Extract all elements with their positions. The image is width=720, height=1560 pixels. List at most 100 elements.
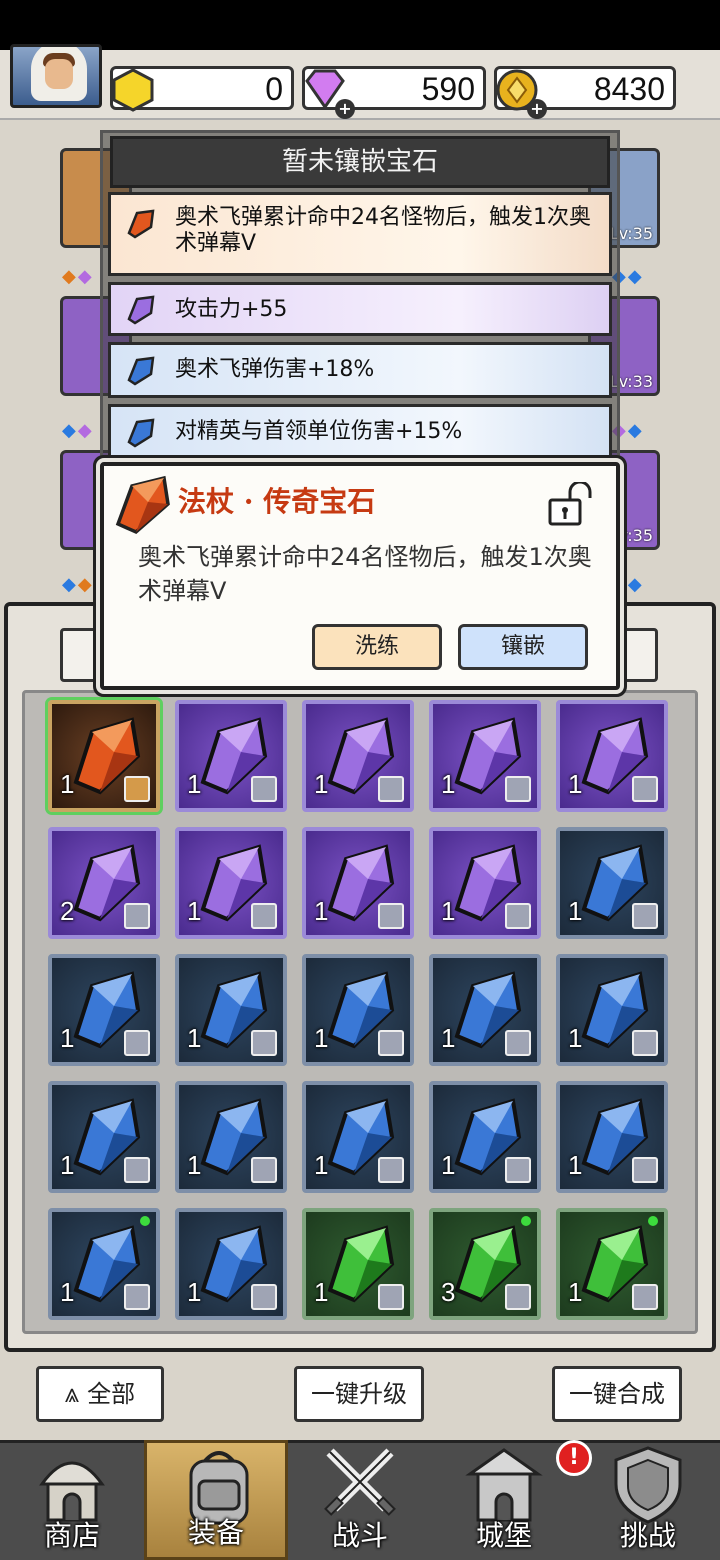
blue-gem-icon: [127, 356, 155, 386]
gem-quantity: 1: [568, 1150, 583, 1180]
inventory-gem-blue[interactable]: 1: [556, 954, 668, 1066]
inventory-gem-blue[interactable]: 1: [429, 954, 541, 1066]
inventory-gem-blue[interactable]: 1: [48, 954, 160, 1066]
purple-gem-icon: [127, 295, 155, 325]
gem-quantity: 1: [314, 896, 329, 926]
gem-quantity: 1: [187, 1150, 202, 1180]
gem-quantity: 1: [187, 1277, 202, 1307]
unlock-icon[interactable]: [546, 482, 596, 528]
nav-battle-label: 战斗: [331, 1519, 388, 1552]
hero-avatar[interactable]: [10, 44, 102, 108]
inventory-gem-blue[interactable]: 1: [302, 954, 414, 1066]
new-indicator: [648, 1216, 658, 1226]
slot-helmet-icon: [124, 903, 150, 929]
add-diamond-icon[interactable]: +: [335, 99, 355, 119]
gem-quantity: 2: [60, 896, 75, 926]
gem-quantity: 1: [314, 1150, 329, 1180]
inventory-gem-purple[interactable]: 1: [429, 827, 541, 939]
slot-helmet-icon: [124, 1284, 150, 1310]
inventory-gem-blue[interactable]: 1: [175, 1208, 287, 1320]
inventory-gem-green[interactable]: 1: [556, 1208, 668, 1320]
inventory-gem-blue[interactable]: 1: [175, 1081, 287, 1193]
gem-quantity: 1: [441, 769, 456, 799]
slot-armor-icon: [505, 776, 531, 802]
gem-quantity: 1: [568, 769, 583, 799]
inventory-gem-purple[interactable]: 1: [175, 700, 287, 812]
slot-helmet-icon: [378, 1157, 404, 1183]
inventory-gem-blue[interactable]: 1: [175, 954, 287, 1066]
shield-icon: [614, 1446, 682, 1524]
inventory-gem-blue[interactable]: 1: [48, 1208, 160, 1320]
stat-row: 对精英与首领单位伤害+15%: [108, 404, 612, 460]
coin-value: 8430: [593, 71, 665, 107]
slot-ring-icon: [124, 1030, 150, 1056]
gem-quantity: 1: [441, 896, 456, 926]
gem-quantity: 1: [314, 769, 329, 799]
nav-challenge[interactable]: 挑战: [576, 1440, 720, 1560]
new-indicator: [140, 1216, 150, 1226]
alert-badge: !: [556, 1440, 592, 1476]
gem-quantity: 1: [60, 1277, 75, 1307]
filter-all-label: 全部: [87, 1380, 136, 1408]
refine-button[interactable]: 洗练: [312, 624, 442, 670]
currency-diamond[interactable]: + 590: [302, 66, 486, 119]
inventory-gem-green[interactable]: 3: [429, 1208, 541, 1320]
inventory-gem-blue[interactable]: 1: [302, 1081, 414, 1193]
slot-ring-icon: [251, 776, 277, 802]
slot-ring-icon: [632, 903, 658, 929]
stat-row: 攻击力+55: [108, 282, 612, 336]
crossed-swords-icon: [324, 1448, 396, 1516]
stat-row: 奥术飞弹累计命中24名怪物后，触发1次奥术弹幕V: [108, 192, 612, 276]
gem-quantity: 1: [441, 1023, 456, 1053]
inventory-gem-purple[interactable]: 2: [48, 827, 160, 939]
inventory-gem-blue[interactable]: 1: [556, 827, 668, 939]
slot-armor-icon: [632, 1030, 658, 1056]
new-indicator: [521, 1216, 531, 1226]
gem-quantity: 1: [187, 896, 202, 926]
stat-row: 奥术飞弹伤害+18%: [108, 342, 612, 398]
orange-gem-icon: [127, 209, 155, 239]
stat-row-text: 奥术飞弹累计命中24名怪物后，触发1次奥术弹幕V: [175, 205, 591, 256]
gem-quantity: 1: [187, 1023, 202, 1053]
nav-equipment-label: 装备: [187, 1516, 244, 1549]
slot-armor-icon: [378, 1284, 404, 1310]
add-coin-icon[interactable]: +: [527, 99, 547, 119]
nav-battle[interactable]: 战斗: [288, 1440, 432, 1560]
socket-indicator: ◆◆: [62, 420, 94, 441]
blue-gem-icon: [127, 418, 155, 448]
inventory-gem-purple[interactable]: 1: [175, 827, 287, 939]
nav-shop-label: 商店: [43, 1519, 100, 1552]
filter-arrow-icon: ⩓: [64, 1379, 80, 1409]
inventory-gem-purple[interactable]: 1: [556, 700, 668, 812]
diamond-value: 590: [421, 71, 475, 107]
gem-quantity: 1: [568, 1023, 583, 1053]
nav-castle-label: 城堡: [475, 1519, 532, 1552]
gem-quantity: 1: [568, 1277, 583, 1307]
nav-challenge-label: 挑战: [619, 1519, 676, 1552]
merge-all-button[interactable]: 一键合成: [552, 1366, 682, 1422]
filter-all-button[interactable]: ⩓ 全部: [36, 1366, 164, 1422]
inventory-gem-blue[interactable]: 1: [556, 1081, 668, 1193]
slot-armor-icon: [505, 1030, 531, 1056]
inventory-gem-green[interactable]: 1: [302, 1208, 414, 1320]
socket-indicator: ◆◆: [62, 266, 94, 287]
nav-castle[interactable]: 城堡: [432, 1440, 576, 1560]
gem-quantity: 3: [441, 1277, 456, 1307]
inventory-gem-purple[interactable]: 1: [302, 700, 414, 812]
nav-equipment[interactable]: 装备: [144, 1440, 288, 1560]
gem-quantity: 1: [60, 1150, 75, 1180]
upgrade-all-button[interactable]: 一键升级: [294, 1366, 424, 1422]
nav-shop[interactable]: 商店: [0, 1440, 144, 1560]
inventory-gem-orange[interactable]: 1: [48, 700, 160, 812]
currency-coin[interactable]: + 8430: [494, 66, 676, 119]
inventory-gem-purple[interactable]: 1: [429, 700, 541, 812]
inventory-gem-blue[interactable]: 1: [429, 1081, 541, 1193]
inventory-gem-purple[interactable]: 1: [302, 827, 414, 939]
slot-ring-icon: [378, 776, 404, 802]
castle-icon: [465, 1448, 543, 1522]
inventory-gem-blue[interactable]: 1: [48, 1081, 160, 1193]
inlay-button[interactable]: 镶嵌: [458, 624, 588, 670]
slot-staff-icon: [124, 776, 150, 802]
currency-gold-hexagon: 0: [110, 66, 294, 112]
popup-title: 法杖 · 传奇宝石: [178, 485, 376, 518]
